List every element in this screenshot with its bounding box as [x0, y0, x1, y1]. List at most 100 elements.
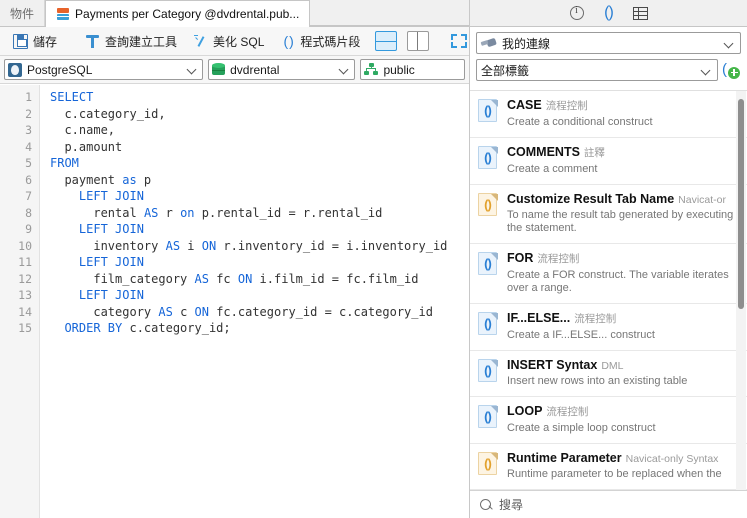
snippet-list-items: () CASE 流程控制 Create a conditional construct… [470, 91, 747, 490]
snippet-tag: 流程控制 [545, 100, 588, 112]
snippet-heading: LOOP 流程控制 [507, 404, 737, 419]
snippet-panel: () 我的連線 全部標籤 ( ()CAS [470, 0, 747, 518]
sql-code-area[interactable]: SELECT c.category_id, c.name, p.amount FR… [40, 85, 469, 518]
horizontal-split-icon [375, 31, 398, 51]
scrollbar-thumb[interactable] [738, 99, 744, 309]
snippet-list[interactable]: () CASE 流程控制 Create a conditional construct… [470, 90, 747, 490]
database-value: dvdrental [230, 62, 280, 77]
beautify-icon [193, 34, 208, 49]
tag-filter-select[interactable]: 全部標籤 [476, 59, 718, 81]
tab-strip: 物件 Payments per Category @dvdrental.pub.… [0, 0, 469, 27]
schema-value: public [383, 62, 415, 77]
query-builder-button[interactable]: 查詢建立工具 [78, 29, 184, 54]
snippet-item[interactable]: () FOR 流程控制 Create a FOR construct. The var… [470, 244, 747, 304]
snippet-heading: COMMENTS 註釋 [507, 145, 737, 160]
code-line: FROM [50, 156, 79, 170]
line-number-gutter: 1 2 3 4 5 6 7 8 9 10 11 12 13 14 15 [0, 85, 40, 518]
code-line: LEFT JOIN [78, 189, 144, 203]
snippet-description: Create a simple loop construct [507, 422, 656, 434]
snippet-item[interactable]: () INSERT Syntax DML Insert new rows into a… [470, 351, 747, 397]
save-button[interactable]: 儲存 [6, 29, 64, 54]
add-snippet-icon[interactable]: ( [722, 61, 741, 80]
server-type-value: PostgreSQL [27, 62, 93, 77]
snippet-search-bar[interactable]: 搜尋 [470, 490, 747, 518]
beautify-sql-button[interactable]: 美化 SQL [186, 29, 271, 54]
snippet-description: Create a FOR construct. The variable ite… [507, 269, 729, 294]
connection-filter-row: 我的連線 [476, 32, 741, 54]
code-snippet-icon[interactable]: () [600, 4, 618, 22]
code-line: ORDER BY c.category_id; [64, 321, 231, 335]
query-builder-icon [85, 34, 100, 49]
snippet-tag: 流程控制 [574, 313, 617, 325]
code-line: payment as p [64, 172, 152, 187]
tag-filter-row: 全部標籤 ( [476, 59, 741, 81]
snippet-description: Create a comment [507, 163, 598, 175]
snippet-title: IF...ELSE... [507, 311, 571, 325]
tab-objects[interactable]: 物件 [0, 0, 46, 26]
snippet-tag: 註釋 [583, 147, 605, 159]
snippet-heading: CASE 流程控制 [507, 98, 737, 113]
connection-filter-select[interactable]: 我的連線 [476, 32, 741, 54]
snippet-heading: FOR 流程控制 [507, 251, 737, 266]
tab-query[interactable]: Payments per Category @dvdrental.pub... [45, 0, 311, 27]
snippet-item[interactable]: () CASE 流程控制 Create a conditional construct [470, 91, 747, 138]
line-number: 11 [18, 255, 32, 269]
chevron-down-icon [340, 65, 349, 74]
connection-filter-value: 我的連線 [502, 36, 551, 51]
snippet-item[interactable]: () IF...ELSE... 流程控制 Create a IF...ELSE... … [470, 304, 747, 351]
info-icon[interactable] [568, 4, 586, 22]
server-type-select[interactable]: PostgreSQL [4, 59, 204, 80]
editor-vertical-scrollbar[interactable] [460, 85, 469, 518]
split-vertical-button[interactable] [403, 29, 433, 53]
snippet-tag: Navicat-only Syntax [625, 453, 719, 465]
snippet-file-icon: () [478, 359, 499, 383]
code-line: c.category_id, [64, 106, 166, 121]
snippet-description: To name the result tab generated by exec… [507, 209, 734, 234]
code-snippet-button[interactable]: ( ) 程式碼片段 [273, 29, 367, 54]
snippet-tag: 流程控制 [537, 253, 580, 265]
line-number: 4 [25, 139, 32, 154]
snippet-file-icon: () [478, 99, 499, 123]
snippet-body: COMMENTS 註釋 Create a comment [507, 145, 737, 176]
schema-select[interactable]: public [360, 59, 465, 80]
fullscreen-icon [451, 34, 468, 48]
snippet-body: IF...ELSE... 流程控制 Create a IF...ELSE... co… [507, 311, 737, 342]
vertical-split-icon [407, 31, 430, 51]
snippet-title: COMMENTS [507, 145, 580, 159]
snippet-body: LOOP 流程控制 Create a simple loop construct [507, 404, 737, 435]
snippet-item[interactable]: () Runtime Parameter Navicat-only Syntax Ru… [470, 444, 747, 490]
snippet-list-scrollbar[interactable] [736, 91, 746, 490]
left-pane: 物件 Payments per Category @dvdrental.pub.… [0, 0, 470, 518]
snippet-search-input[interactable]: 搜尋 [499, 496, 523, 513]
grid-icon[interactable] [632, 4, 650, 22]
snippet-item[interactable]: () Customize Result Tab Name Navicat-or To … [470, 185, 747, 244]
fullscreen-button[interactable] [447, 32, 471, 50]
line-number: 8 [25, 205, 32, 220]
snippet-heading: IF...ELSE... 流程控制 [507, 311, 737, 326]
snippet-file-icon: () [478, 405, 499, 429]
save-label: 儲存 [33, 34, 58, 49]
snippet-heading: Customize Result Tab Name Navicat-or [507, 192, 737, 206]
line-number: 6 [25, 172, 32, 187]
snippet-item[interactable]: () COMMENTS 註釋 Create a comment [470, 138, 747, 185]
code-line: p.amount [64, 139, 123, 154]
snippet-file-icon: () [478, 452, 499, 476]
code-snippet-icon: ( ) [283, 33, 294, 49]
sql-editor[interactable]: 1 2 3 4 5 6 7 8 9 10 11 12 13 14 15 SELECT c.category_… [0, 85, 469, 518]
line-number: 1 [25, 90, 32, 104]
database-select[interactable]: dvdrental [208, 59, 356, 80]
editor-toolbar: 儲存 查詢建立工具 美化 SQL ( ) 程式碼片段 [0, 27, 469, 56]
tab-query-label: Payments per Category @dvdrental.pub... [75, 7, 300, 21]
line-number: 10 [18, 238, 32, 253]
snippet-description: Runtime parameter to be replaced when th… [507, 468, 722, 480]
snippet-filters: 我的連線 全部標籤 ( [470, 27, 747, 90]
schema-icon [364, 63, 379, 76]
save-icon [13, 33, 28, 49]
chevron-down-icon [188, 65, 197, 74]
snippet-heading: INSERT Syntax DML [507, 358, 737, 372]
snippet-item[interactable]: () LOOP 流程控制 Create a simple loop construct [470, 397, 747, 444]
split-horizontal-button[interactable] [371, 29, 401, 53]
line-number: 5 [25, 156, 32, 170]
beautify-sql-label: 美化 SQL [213, 34, 265, 49]
snippet-tag: Navicat-or [678, 194, 727, 206]
